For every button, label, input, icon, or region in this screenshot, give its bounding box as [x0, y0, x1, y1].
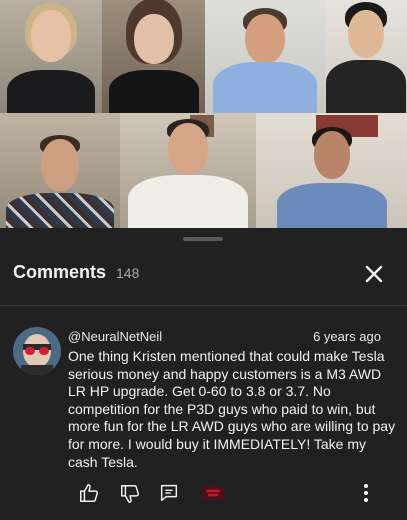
participant-tile-4 — [325, 0, 407, 113]
like-button[interactable] — [78, 482, 100, 504]
avatar[interactable] — [13, 327, 61, 375]
comment-item: @NeuralNetNeil 6 years ago One thing Kri… — [0, 324, 407, 520]
reply-icon — [160, 484, 178, 502]
comment-timestamp: 6 years ago — [313, 329, 381, 344]
participant-tile-3 — [205, 0, 325, 113]
comment-text: One thing Kristen mentioned that could m… — [68, 348, 396, 470]
comments-title: Comments — [13, 262, 107, 282]
participant-tile-1 — [0, 0, 102, 113]
page: Comments 148 @NeuralNetNeil 6 years ago … — [0, 0, 407, 520]
thumbs-down-icon — [121, 485, 139, 503]
comments-header: Comments 148 — [0, 228, 407, 306]
comments-panel: Comments 148 @NeuralNetNeil 6 years ago … — [0, 228, 407, 520]
avatar-image — [13, 327, 61, 375]
close-button[interactable] — [360, 260, 388, 288]
more-vert-icon — [364, 484, 368, 502]
participant-tile-6 — [120, 113, 256, 228]
participant-tile-7 — [256, 113, 407, 228]
comment-author[interactable]: @NeuralNetNeil — [68, 329, 162, 344]
video-player[interactable] — [0, 0, 407, 228]
close-icon — [365, 265, 383, 283]
dislike-button[interactable] — [119, 483, 141, 505]
more-button[interactable] — [356, 482, 376, 504]
thumbs-up-icon — [80, 484, 98, 502]
creator-heart-icon — [202, 486, 224, 500]
header-divider — [0, 305, 407, 306]
participant-tile-2 — [102, 0, 205, 113]
creator-heart — [200, 482, 226, 504]
comments-count: 148 — [116, 265, 140, 281]
drag-handle[interactable] — [183, 237, 223, 241]
reply-button[interactable] — [158, 482, 180, 504]
participant-tile-5 — [0, 113, 120, 228]
comment-actions — [0, 480, 407, 508]
